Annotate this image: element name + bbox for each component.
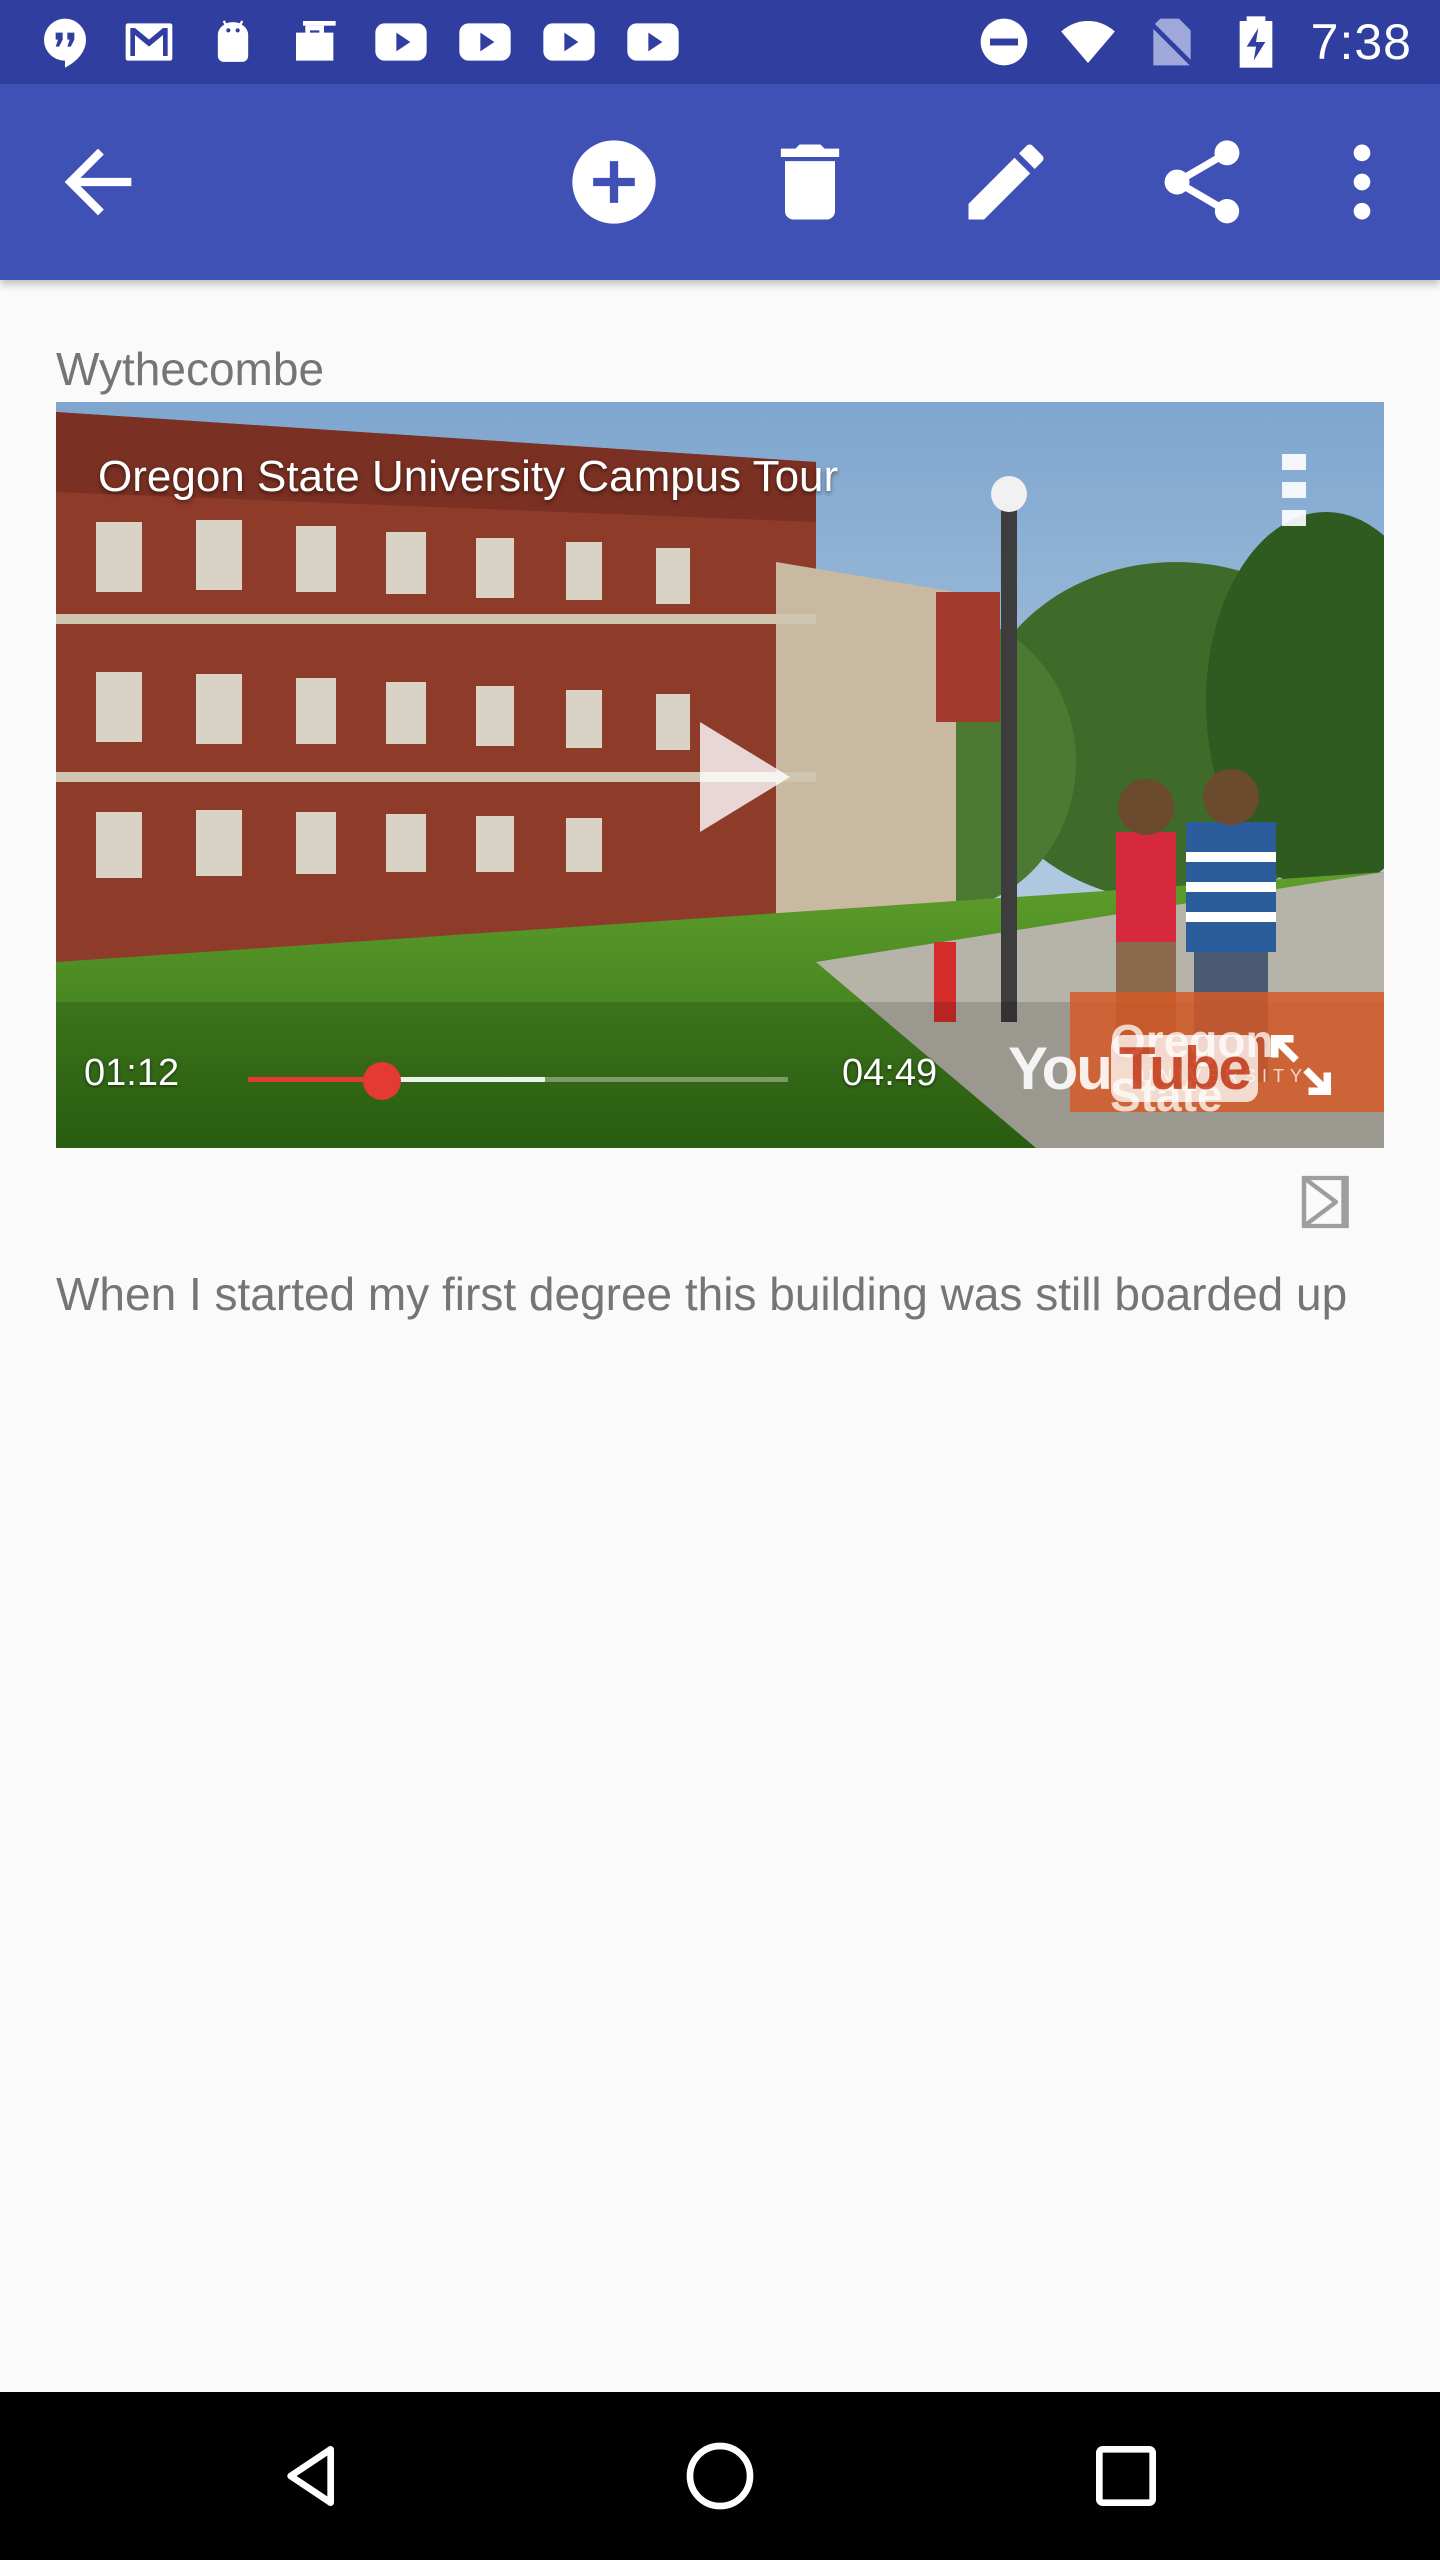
youtube-logo[interactable]: You Tube xyxy=(1008,1034,1258,1103)
current-time: 01:12 xyxy=(84,1052,180,1094)
gmail-icon xyxy=(120,14,178,70)
clock: 7:38 xyxy=(1310,14,1412,70)
add-circle-icon xyxy=(572,140,656,224)
entry-caption: When I started my first degree this buil… xyxy=(56,1268,1348,1320)
share-button[interactable] xyxy=(1146,126,1258,238)
status-bar: 7:38 xyxy=(0,0,1440,84)
no-sim-icon xyxy=(1143,14,1201,70)
play-icon[interactable] xyxy=(670,712,820,842)
seek-bar[interactable] xyxy=(248,1062,788,1100)
video-title: Oregon State University Campus Tour xyxy=(98,452,839,501)
nav-home-button[interactable] xyxy=(670,2426,770,2526)
edit-icon xyxy=(968,144,1044,220)
nav-recents-button[interactable] xyxy=(1076,2426,1176,2526)
video-player[interactable]: Oregon State University Campus Tour Oreg… xyxy=(56,402,1384,1148)
overflow-menu-button[interactable] xyxy=(1306,126,1418,238)
nav-recents-icon xyxy=(1096,2446,1156,2506)
notification-icons xyxy=(36,14,682,70)
do-not-disturb-icon xyxy=(975,14,1033,70)
video-more-vert-icon[interactable] xyxy=(1274,450,1314,530)
nav-home-icon xyxy=(686,2442,754,2510)
delete-button[interactable] xyxy=(754,126,866,238)
android-icon xyxy=(204,14,262,70)
youtube-logo-you: You xyxy=(1008,1035,1113,1102)
more-vert-icon xyxy=(1353,144,1371,220)
fullscreen-icon[interactable] xyxy=(1256,1020,1346,1110)
wifi-icon xyxy=(1059,14,1117,70)
youtube-icon xyxy=(540,14,598,70)
hangouts-icon xyxy=(36,14,94,70)
seek-thumb[interactable] xyxy=(363,1062,402,1100)
place-name: Wythecombe xyxy=(56,343,325,395)
youtube-icon xyxy=(372,14,430,70)
edit-button[interactable] xyxy=(950,126,1062,238)
briefcase-icon xyxy=(288,14,346,70)
youtube-icon xyxy=(624,14,682,70)
app-bar xyxy=(0,84,1440,280)
nav-back-icon xyxy=(287,2446,334,2506)
delete-icon xyxy=(780,144,840,220)
system-icons: 7:38 xyxy=(975,10,1412,74)
nav-back-button[interactable] xyxy=(264,2426,364,2526)
duration: 04:49 xyxy=(842,1052,938,1094)
youtube-logo-tube: Tube xyxy=(1110,1035,1258,1102)
skip-next-icon[interactable] xyxy=(1296,1170,1360,1234)
back-button[interactable] xyxy=(42,126,154,238)
add-button[interactable] xyxy=(558,126,670,238)
youtube-icon xyxy=(456,14,514,70)
back-arrow-icon xyxy=(64,148,132,216)
battery-charging-icon xyxy=(1227,14,1285,70)
navigation-bar xyxy=(0,2392,1440,2560)
seek-played xyxy=(248,1077,383,1082)
share-icon xyxy=(1164,140,1240,224)
